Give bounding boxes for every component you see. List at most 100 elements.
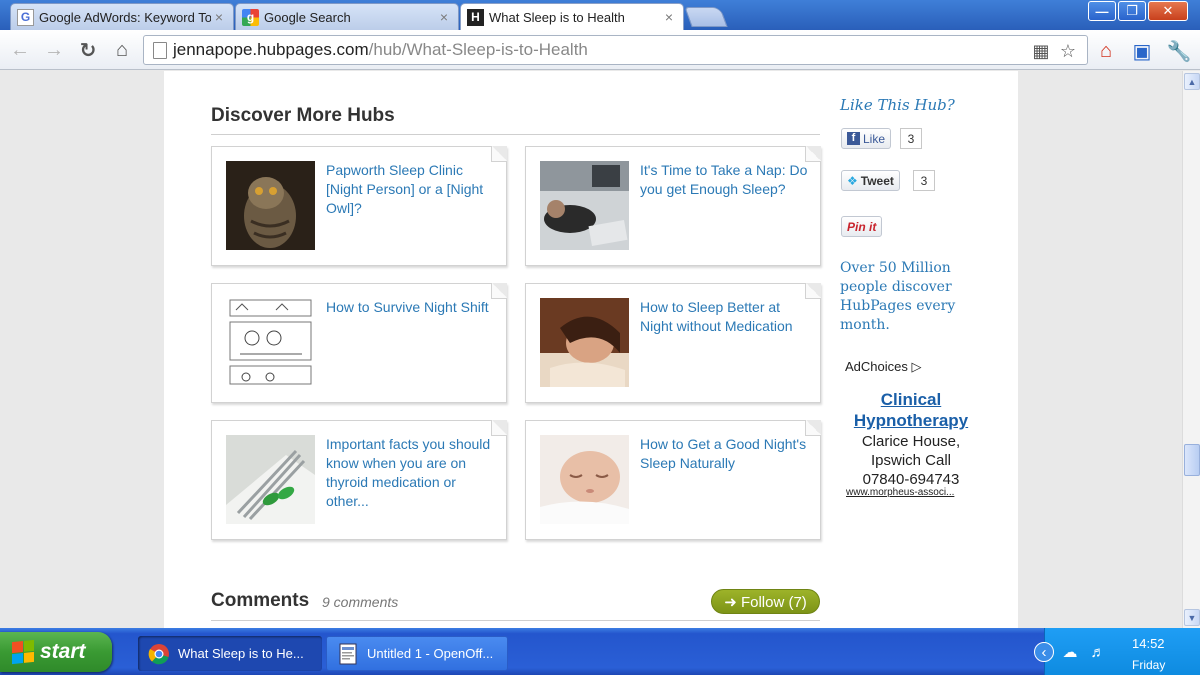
facebook-like-count: 3 xyxy=(900,128,922,149)
google-multicolor-icon: g xyxy=(242,8,259,26)
comments-count: 9 comments xyxy=(322,594,399,610)
page-fold xyxy=(491,420,507,436)
hub-card[interactable]: It's Time to Take a Nap: Do you get Enou… xyxy=(525,146,821,266)
clock-time[interactable]: 14:52 xyxy=(1132,636,1165,651)
tweet-button[interactable]: ❖ Tweet xyxy=(841,170,900,191)
comments-heading: Comments xyxy=(211,590,310,611)
address-bar[interactable]: jennapope.hubpages.com /hub/What-Sleep-i… xyxy=(143,35,1088,65)
page-fold xyxy=(805,420,821,436)
hub-thumbnail[interactable] xyxy=(226,298,315,387)
discover-heading: Discover More Hubs xyxy=(211,105,395,126)
hub-card[interactable]: Important facts you should know when you… xyxy=(211,420,507,540)
tab-title: What Sleep is to Health xyxy=(489,9,625,25)
tweet-count: 3 xyxy=(913,170,935,191)
hub-thumbnail[interactable] xyxy=(226,435,315,524)
volume-icon[interactable]: ♬ xyxy=(1088,642,1108,662)
hub-thumbnail[interactable] xyxy=(540,298,629,387)
close-window-button[interactable]: ✕ xyxy=(1148,1,1188,21)
adchoices-icon: ▷ xyxy=(911,359,922,374)
ad-url-link[interactable]: www.morpheus-associ... xyxy=(846,487,976,498)
divider xyxy=(211,134,820,135)
tab-title: Google AdWords: Keyword To xyxy=(39,9,211,25)
ad-title-link[interactable]: Clinical Hypnotherapy xyxy=(850,389,972,431)
page-fold xyxy=(805,283,821,299)
adchoices-text: AdChoices xyxy=(845,359,908,374)
windows-taskbar: start What Sleep is to He... Untitled 1 … xyxy=(0,628,1200,675)
home-extension-icon[interactable]: ⌂ xyxy=(1093,38,1119,64)
hub-thumbnail[interactable] xyxy=(540,435,629,524)
back-arrow-icon[interactable]: ← xyxy=(8,38,32,62)
start-button[interactable]: start xyxy=(0,632,112,672)
new-tab-button[interactable] xyxy=(684,7,728,27)
follow-button[interactable]: ➜ Follow (7) xyxy=(711,589,820,614)
tweet-label: Tweet xyxy=(860,173,894,188)
like-this-hub-heading: Like This Hub? xyxy=(840,96,955,114)
hubpages-promo-text[interactable]: Over 50 Million people discover HubPages… xyxy=(840,259,970,335)
facebook-like-button[interactable]: f Like xyxy=(841,128,892,149)
start-label: start xyxy=(40,640,86,663)
scroll-down-arrow-icon[interactable]: ▼ xyxy=(1184,609,1200,626)
extension-puzzle-icon[interactable]: ▦ xyxy=(1030,40,1052,62)
chrome-icon xyxy=(148,643,170,665)
tab-close-icon[interactable]: × xyxy=(436,9,452,25)
hub-title-link[interactable]: It's Time to Take a Nap: Do you get Enou… xyxy=(640,161,812,199)
reload-icon[interactable]: ↻ xyxy=(76,38,100,62)
ad-body-text: Clarice House, Ipswich Call 07840-694743 xyxy=(861,433,961,488)
hub-title-link[interactable]: Important facts you should know when you… xyxy=(326,435,498,511)
minimize-button[interactable]: — xyxy=(1088,1,1116,21)
vertical-scrollbar[interactable]: ▲ ▼ xyxy=(1182,71,1200,628)
page-icon xyxy=(153,41,167,59)
facebook-like-label: Like xyxy=(863,131,886,146)
facebook-icon: f xyxy=(847,132,860,145)
hub-thumbnail[interactable] xyxy=(226,161,315,250)
windows-flag-icon xyxy=(12,639,34,665)
page-fold xyxy=(491,146,507,162)
scroll-thumb[interactable] xyxy=(1184,444,1200,476)
taskbar-item-chrome[interactable]: What Sleep is to He... xyxy=(138,636,322,671)
home-icon[interactable]: ⌂ xyxy=(110,38,134,62)
wrench-icon[interactable]: 🔧 xyxy=(1166,38,1192,64)
window-extension-icon[interactable]: ▣ xyxy=(1129,38,1155,64)
browser-toolbar: ← → ↻ ⌂ jennapope.hubpages.com /hub/What… xyxy=(0,30,1200,70)
tab-title: Google Search xyxy=(264,9,351,25)
tab-close-icon[interactable]: × xyxy=(661,9,677,25)
taskbar-item-label: Untitled 1 - OpenOff... xyxy=(367,646,494,661)
hub-title-link[interactable]: How to Survive Night Shift xyxy=(326,298,498,317)
restore-button[interactable]: ❐ xyxy=(1118,1,1146,21)
web-page: Discover More Hubs Papworth Sleep Clinic… xyxy=(0,71,1182,628)
hub-card[interactable]: Papworth Sleep Clinic [Night Person] or … xyxy=(211,146,507,266)
hubpages-icon: H xyxy=(467,8,484,26)
hub-thumbnail[interactable] xyxy=(540,161,629,250)
hub-title-link[interactable]: Papworth Sleep Clinic [Night Person] or … xyxy=(326,161,498,218)
taskbar-item-openoffice[interactable]: Untitled 1 - OpenOff... xyxy=(326,636,508,671)
hub-card[interactable]: How to Sleep Better at Night without Med… xyxy=(525,283,821,403)
clock-day: Friday xyxy=(1132,658,1166,672)
openoffice-document-icon xyxy=(337,643,359,665)
forward-arrow-icon[interactable]: → xyxy=(42,38,66,62)
twitter-bird-icon: ❖ xyxy=(847,173,858,188)
tab-close-icon[interactable]: × xyxy=(211,9,227,25)
pin-it-label: Pin it xyxy=(847,219,877,234)
adchoices-label[interactable]: AdChoices ▷ xyxy=(845,359,922,375)
content-area: Discover More Hubs Papworth Sleep Clinic… xyxy=(164,71,1018,628)
tab-what-sleep-is-to-health[interactable]: H What Sleep is to Health × xyxy=(460,3,684,30)
hub-card[interactable]: How to Get a Good Night's Sleep Naturall… xyxy=(525,420,821,540)
divider xyxy=(211,620,820,621)
tab-google-adwords[interactable]: G Google AdWords: Keyword To × xyxy=(10,3,234,30)
page-fold xyxy=(805,146,821,162)
bookmark-star-icon[interactable]: ☆ xyxy=(1057,40,1079,62)
taskbar-item-label: What Sleep is to He... xyxy=(178,646,304,661)
hub-title-link[interactable]: How to Get a Good Night's Sleep Naturall… xyxy=(640,435,812,473)
page-fold xyxy=(491,283,507,299)
tray-expand-icon[interactable]: ‹ xyxy=(1034,642,1054,662)
scroll-up-arrow-icon[interactable]: ▲ xyxy=(1184,73,1200,90)
google-g-icon: G xyxy=(17,8,34,26)
pinterest-button[interactable]: Pin it xyxy=(841,216,883,237)
url-host: jennapope.hubpages.com xyxy=(173,40,369,59)
url-path: /hub/What-Sleep-is-to-Health xyxy=(368,40,588,59)
hub-title-link[interactable]: How to Sleep Better at Night without Med… xyxy=(640,298,812,336)
browser-tab-strip: G Google AdWords: Keyword To × g Google … xyxy=(0,0,1200,30)
tab-google-search[interactable]: g Google Search × xyxy=(235,3,459,30)
network-icon[interactable]: ☁ xyxy=(1060,642,1080,662)
hub-card[interactable]: How to Survive Night Shift xyxy=(211,283,507,403)
